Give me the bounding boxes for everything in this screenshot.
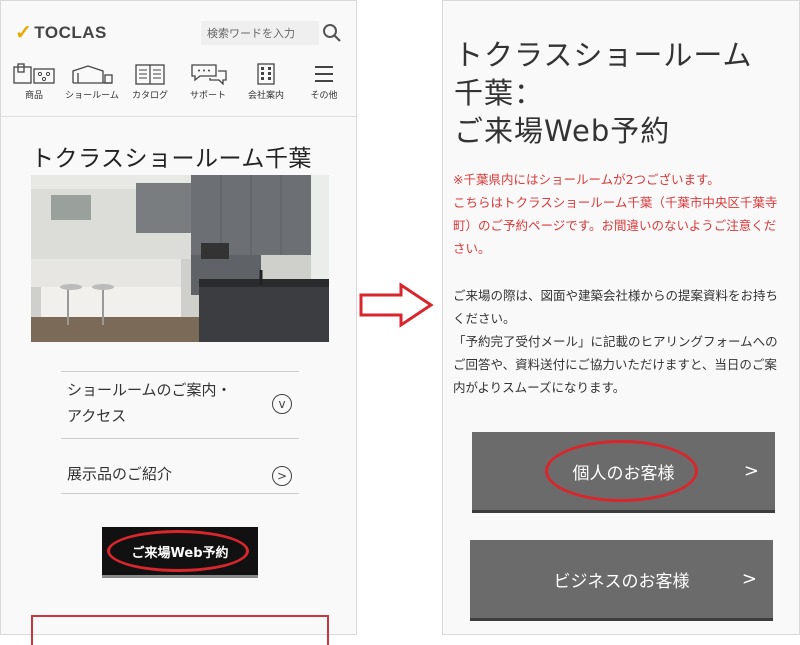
expand-down-icon[interactable]: v xyxy=(272,394,292,414)
search-input[interactable] xyxy=(201,21,319,45)
nav-item-showroom[interactable]: ショールーム xyxy=(63,63,121,101)
web-reservation-button[interactable]: ご来場Web予約 xyxy=(102,527,258,575)
company-icon xyxy=(257,63,275,85)
global-nav: 商品 ショールーム カタログ サポート 会社案内 その他 xyxy=(5,63,353,101)
business-customer-button[interactable]: ビジネスのお客様 > xyxy=(470,540,773,621)
nav-item-catalog[interactable]: カタログ xyxy=(121,63,179,101)
nav-item-company[interactable]: 会社案内 xyxy=(237,63,295,101)
mobile-page-before: ✓ TOCLAS 商品 ショールーム xyxy=(0,0,357,645)
nav-item-support[interactable]: サポート xyxy=(179,63,237,101)
bottom-bordered-box xyxy=(31,615,329,645)
products-icon xyxy=(13,63,55,84)
accordion-divider xyxy=(61,493,299,494)
search-icon[interactable] xyxy=(321,22,343,44)
notice-text: ※千葉県内にはショールームが2つございます。 こちらはトクラスショールーム千葉（… xyxy=(453,172,778,256)
checkmark-logo-icon: ✓ xyxy=(15,22,33,44)
showroom-icon xyxy=(72,65,113,84)
nav-item-other[interactable]: その他 xyxy=(295,63,353,101)
page-title: トクラスショールーム千葉 xyxy=(31,146,312,172)
accordion-item-exhibits[interactable]: 展示品のご紹介 xyxy=(67,461,172,487)
arrow-right-circle-icon[interactable]: > xyxy=(272,466,292,486)
chevron-right-icon: > xyxy=(743,460,759,482)
accordion-divider xyxy=(61,438,299,439)
header-divider xyxy=(1,116,356,117)
showroom-kitchen-photo xyxy=(31,175,329,342)
support-icon xyxy=(191,64,227,85)
accordion-divider xyxy=(61,371,299,372)
personal-customer-button[interactable]: 個人のお客様 > xyxy=(472,432,775,513)
menu-icon xyxy=(315,66,333,82)
chevron-right-icon: > xyxy=(741,568,757,590)
reservation-title: トクラスショールーム 千葉： ご来場Web予約 xyxy=(454,38,753,148)
accordion-item-access[interactable]: ショールームのご案内・ アクセス xyxy=(67,377,232,429)
toclas-logo[interactable]: ✓ TOCLAS xyxy=(15,23,107,43)
catalog-icon xyxy=(135,64,165,85)
arrow-right-icon xyxy=(359,282,434,328)
instruction-text: ご来場の際は、図面や建築会社様からの提案資料をお持ちください。 「予約完了受付メ… xyxy=(453,288,779,395)
nav-item-products[interactable]: 商品 xyxy=(5,63,63,101)
